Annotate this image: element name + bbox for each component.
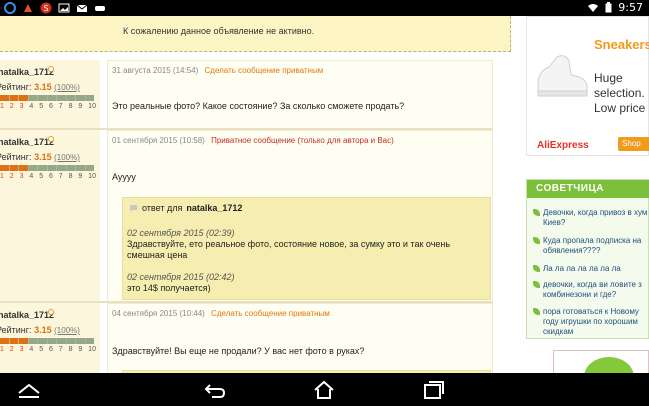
aliexpress-ad[interactable]: Sneakers Huge selection. Low price AliEx… xyxy=(526,16,649,156)
private-message-label[interactable]: Приватное сообщение (только для автора и… xyxy=(211,136,394,145)
message-date: 31 августа 2015 (14:54) xyxy=(112,66,199,75)
message-column: 31 августа 2015 (14:54) Сделать сообщени… xyxy=(107,60,493,130)
author-rating: Рейтинг: 3.15 (100%) xyxy=(0,325,80,335)
sneaker-image xyxy=(537,55,588,97)
message-column: 04 сентября 2015 (10:44) Сделать сообщен… xyxy=(107,303,493,373)
author-name[interactable]: natalka_1712 xyxy=(0,137,54,147)
message-meta: 01 сентября 2015 (10:58) Приватное сообщ… xyxy=(112,136,394,145)
rating-scale: 1 2 3 4 5 6 7 8 9 10 xyxy=(0,346,96,353)
author-column: natalka_1712 Рейтинг: 3.15 (100%) 123456… xyxy=(0,303,100,373)
advice-title: СОВЕТЧИЦА xyxy=(527,180,649,198)
leaf-icon xyxy=(533,308,540,315)
message-text: Ауууу xyxy=(112,172,136,182)
collapse-icon[interactable] xyxy=(16,379,42,401)
rating-percent-link[interactable]: (100%) xyxy=(54,83,80,92)
message-date: 04 сентября 2015 (10:44) xyxy=(112,309,205,318)
reply-date: 02 сентября 2015 (02:39) xyxy=(127,228,235,238)
svg-text:S: S xyxy=(44,4,49,13)
status-bar: S 9:57 xyxy=(0,0,649,16)
message-date: 01 сентября 2015 (10:58) xyxy=(112,136,205,145)
mascot-image xyxy=(584,357,634,373)
speech-bubble-icon xyxy=(130,204,137,212)
recent-apps-icon[interactable] xyxy=(420,379,446,401)
image-icon xyxy=(58,3,70,13)
message-text: Это реальные фото? Какое состояние? За с… xyxy=(112,101,405,111)
rating-bar xyxy=(0,165,94,171)
author-rating: Рейтинг: 3.15 (100%) xyxy=(0,82,80,92)
message-column: 01 сентября 2015 (10:58) Приватное сообщ… xyxy=(107,130,493,302)
leaf-icon xyxy=(533,265,540,272)
message-meta: 04 сентября 2015 (10:44) Сделать сообщен… xyxy=(112,309,330,318)
inactive-notice: К сожалению данное объявление не активно… xyxy=(0,16,511,52)
reply-text: это 14$ получается) xyxy=(127,283,211,293)
rating-bar xyxy=(0,338,94,344)
s-logo-icon: S xyxy=(40,2,52,14)
leaf-icon xyxy=(533,281,540,288)
leaf-icon xyxy=(533,237,540,244)
ad-line: selection. xyxy=(594,86,645,100)
advice-item[interactable]: Девочки, когда привоз в хум Киев? xyxy=(533,208,649,228)
s-app-icon xyxy=(4,2,16,14)
wifi-icon xyxy=(588,3,599,12)
mail-icon xyxy=(76,4,88,12)
clock: 9:57 xyxy=(618,1,643,14)
author-name[interactable]: natalka_1712 xyxy=(0,310,54,320)
author-name[interactable]: natalka_1712 xyxy=(0,67,54,77)
reply-date: 02 сентября 2015 (02:42) xyxy=(127,272,235,282)
reply-recipient[interactable]: natalka_1712 xyxy=(186,203,242,213)
advice-widget: СОВЕТЧИЦА Девочки, когда привоз в хум Ки… xyxy=(526,179,649,339)
rating-percent-link[interactable]: (100%) xyxy=(54,153,80,162)
ad-line: Huge xyxy=(594,71,623,85)
advice-item[interactable]: Куда пропала подписка на обявления???? xyxy=(533,236,649,256)
aliexpress-logo: AliExpress xyxy=(537,140,589,151)
advice-item[interactable]: Ла ла ла ла ла ла ла xyxy=(533,264,649,274)
reply-box: ответ для natalka_1712 02 сентября 2015 … xyxy=(122,197,491,300)
navigation-bar xyxy=(0,373,649,406)
advice-item[interactable]: девочки, когда ви ловите з комбинезони и… xyxy=(533,280,649,300)
comment-post: natalka_1712 Рейтинг: 3.15 (100%) 123456… xyxy=(0,130,493,302)
reply-text: Здравствуйте, ето реальное фото, состоян… xyxy=(127,239,451,260)
author-rating: Рейтинг: 3.15 (100%) xyxy=(0,152,80,162)
shop-button[interactable]: Shop xyxy=(618,137,649,151)
comment-post: natalka_1712 Рейтинг: 3.15 (100%) 123456… xyxy=(0,303,493,373)
advice-item[interactable]: пора готоваться к Новому году игрушки по… xyxy=(533,307,649,337)
make-private-link[interactable]: Сделать сообщение приватным xyxy=(205,66,324,75)
online-status-icon xyxy=(48,136,54,142)
notice-text: К сожалению данное объявление не активно… xyxy=(123,26,315,36)
author-column: natalka_1712 Рейтинг: 3.15 (100%) 123456… xyxy=(0,60,100,130)
author-column: natalka_1712 Рейтинг: 3.15 (100%) 123456… xyxy=(0,130,100,302)
paint-icon xyxy=(24,4,32,12)
back-icon[interactable] xyxy=(202,379,228,401)
reply-prefix: ответ для xyxy=(142,203,183,213)
online-status-icon xyxy=(48,309,54,315)
make-private-link[interactable]: Сделать сообщение приватным xyxy=(211,309,330,318)
rating-scale: 1 2 3 4 5 6 7 8 9 10 xyxy=(0,173,96,180)
message-meta: 31 августа 2015 (14:54) Сделать сообщени… xyxy=(112,66,323,75)
home-icon[interactable] xyxy=(311,379,337,401)
online-status-icon xyxy=(48,66,54,72)
mascot-banner[interactable] xyxy=(553,350,649,373)
ad-brand: Sneakers xyxy=(594,37,649,52)
comment-post: natalka_1712 Рейтинг: 3.15 (100%) 123456… xyxy=(0,60,493,130)
reply-header: ответ для natalka_1712 xyxy=(129,203,242,213)
leaf-icon xyxy=(533,209,540,216)
page-content: К сожалению данное объявление не активно… xyxy=(0,16,649,373)
rating-bar xyxy=(0,95,94,101)
rating-scale: 1 2 3 4 5 6 7 8 9 10 xyxy=(0,103,96,110)
gamepad-icon xyxy=(95,6,105,11)
battery-icon xyxy=(605,2,612,13)
ad-line: Low price xyxy=(594,101,646,115)
rating-percent-link[interactable]: (100%) xyxy=(54,326,80,335)
message-text: Здравствуйте! Вы еще не продали? У вас н… xyxy=(112,346,365,356)
